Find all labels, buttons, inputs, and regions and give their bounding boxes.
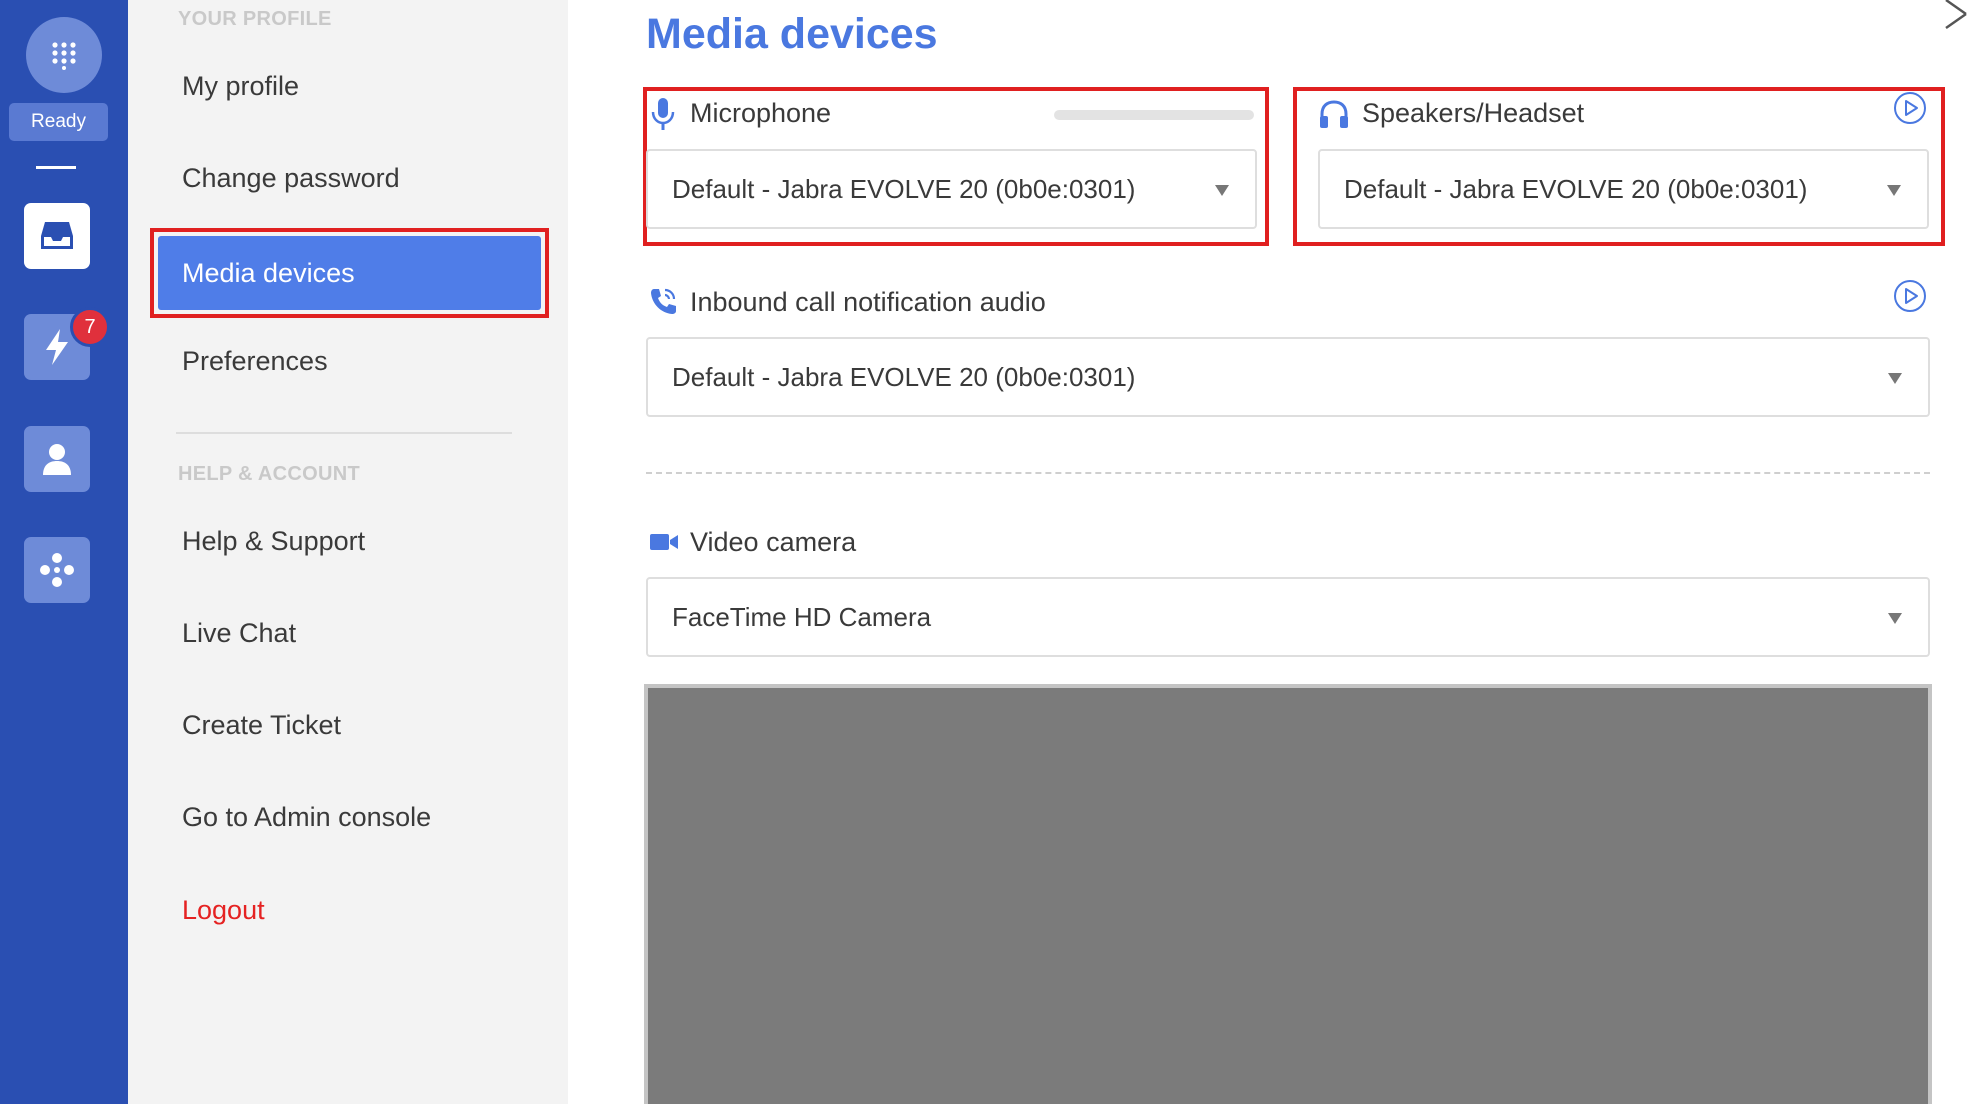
speakers-select[interactable]: Default - Jabra EVOLVE 20 (0b0e:0301) [1318,149,1929,229]
status-selector[interactable]: Ready [9,103,108,141]
dialpad-icon [52,42,76,70]
menu-item-admin-console[interactable]: Go to Admin console [182,802,431,833]
section-divider [646,472,1930,474]
app-rail: Ready 7 [0,0,128,1104]
video-camera-icon [650,534,678,550]
inbox-icon [41,222,73,249]
chevron-down-icon [1888,373,1902,384]
inbound-call-icon [651,288,676,314]
settings-menu: YOUR PROFILE My profile Change password … [128,0,568,1104]
menu-item-preferences[interactable]: Preferences [182,346,328,377]
video-camera-select-value: FaceTime HD Camera [672,601,932,632]
integrations-icon [40,553,74,587]
video-camera-label: Video camera [690,527,857,557]
menu-item-create-ticket[interactable]: Create Ticket [182,710,341,741]
inbound-audio-select[interactable]: Default - Jabra EVOLVE 20 (0b0e:0301) [646,337,1930,417]
menu-item-logout[interactable]: Logout [182,895,265,926]
help-account-heading: HELP & ACCOUNT [178,463,360,485]
menu-item-live-chat[interactable]: Live Chat [182,618,296,649]
rail-integrations-button[interactable] [24,537,90,603]
chevron-down-icon [1215,185,1229,196]
status-label: Ready [31,111,86,132]
your-profile-heading: YOUR PROFILE [178,8,332,30]
close-icon[interactable] [1940,0,1970,30]
microphone-icon [651,98,675,130]
rail-contacts-button[interactable] [24,426,90,492]
rail-inbox-button[interactable] [24,203,90,269]
inbound-audio-select-value: Default - Jabra EVOLVE 20 (0b0e:0301) [672,361,1136,392]
play-icon[interactable] [1893,91,1927,125]
play-icon[interactable] [1893,279,1927,313]
microphone-select[interactable]: Default - Jabra EVOLVE 20 (0b0e:0301) [646,149,1257,229]
menu-item-my-profile[interactable]: My profile [182,71,299,102]
speakers-select-value: Default - Jabra EVOLVE 20 (0b0e:0301) [1344,173,1808,204]
lightning-icon [46,329,68,365]
microphone-select-value: Default - Jabra EVOLVE 20 (0b0e:0301) [672,173,1136,204]
menu-item-label: Media devices [182,257,355,288]
microphone-label: Microphone [690,98,832,128]
microphone-level-meter [1054,110,1254,120]
speakers-label: Speakers/Headset [1362,98,1585,128]
badge-count: 7 [84,315,96,338]
contact-icon [43,444,71,475]
video-camera-select[interactable]: FaceTime HD Camera [646,577,1930,657]
chevron-down-icon [1888,613,1902,624]
menu-item-change-password[interactable]: Change password [182,163,400,194]
chevron-down-icon [1887,185,1901,196]
inbound-audio-label: Inbound call notification audio [690,287,1046,317]
page-title: Media devices [646,10,938,58]
dialpad-button[interactable] [26,17,102,93]
menu-item-media-devices[interactable]: Media devices [158,236,541,310]
rail-divider [36,166,76,169]
notification-badge: 7 [70,307,110,347]
menu-divider [176,432,512,434]
headset-icon [1320,100,1348,128]
menu-item-help-support[interactable]: Help & Support [182,526,365,557]
video-preview [644,684,1932,1104]
